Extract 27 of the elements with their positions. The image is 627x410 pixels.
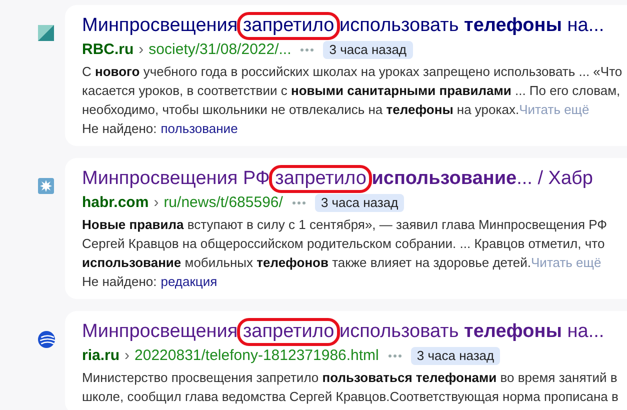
breadcrumb-separator: › xyxy=(138,40,144,59)
site-link[interactable]: ria.ru xyxy=(82,346,120,365)
snippet-text: Министерство просвещения запретило пользоваться телефонами во время занятий в школе, сообщил глава ведомства Сергей Кравцов.Соответствующая норма прописана в xyxy=(82,369,620,406)
not-found-word-link[interactable]: пользование xyxy=(160,119,238,138)
diagonal-square-icon xyxy=(38,25,54,41)
time-badge: 3 часа назад xyxy=(314,194,404,212)
globe-icon xyxy=(38,331,55,348)
not-found-label: Не найдено: xyxy=(82,120,157,138)
snippet-text: Новые правила вступают в силу с 1 сентября», — заявил глава Минпросвещения РФ Сергей Кравцов на общероссийском родительском собрании. ... Кравцов отметил, что использование мобильных телефонов также влияет на здоровье детей.Читать ещё xyxy=(82,216,608,272)
more-dots-icon[interactable] xyxy=(292,198,306,206)
url-path-link[interactable]: ru/news/t/685596/ xyxy=(164,193,283,212)
not-found-word-link[interactable]: редакция xyxy=(160,272,218,291)
starburst-icon xyxy=(38,178,54,194)
url-path-link[interactable]: society/31/08/2022/... xyxy=(148,40,292,59)
site-link[interactable]: habr.com xyxy=(82,193,149,212)
result-title-link[interactable]: Минпросвещения запретило использовать телефоны на... xyxy=(82,11,604,40)
breadcrumb-separator: › xyxy=(154,193,159,212)
result-title-link[interactable]: Минпросвещения запретило использовать телефоны на... xyxy=(82,317,604,346)
time-badge: 3 часа назад xyxy=(410,346,500,364)
site-link[interactable]: RBC.ru xyxy=(82,40,134,59)
time-badge: 3 часа назад xyxy=(323,40,413,58)
snippet-text: С нового учебного года в российских школах на уроках запрещено использовать ... «Что касается уроков, в соответствии с новыми санитарными правилами ... По его словам, необходимо, чтобы школьники не отвлекались на телефоны на уроках.Читать ещё xyxy=(82,63,624,119)
breadcrumb-separator: › xyxy=(124,346,130,365)
not-found-label: Не найдено: xyxy=(82,273,157,291)
more-dots-icon[interactable] xyxy=(388,352,402,360)
more-dots-icon[interactable] xyxy=(300,46,314,54)
url-path-link[interactable]: 20220831/telefony-1812371986.html xyxy=(134,346,379,365)
